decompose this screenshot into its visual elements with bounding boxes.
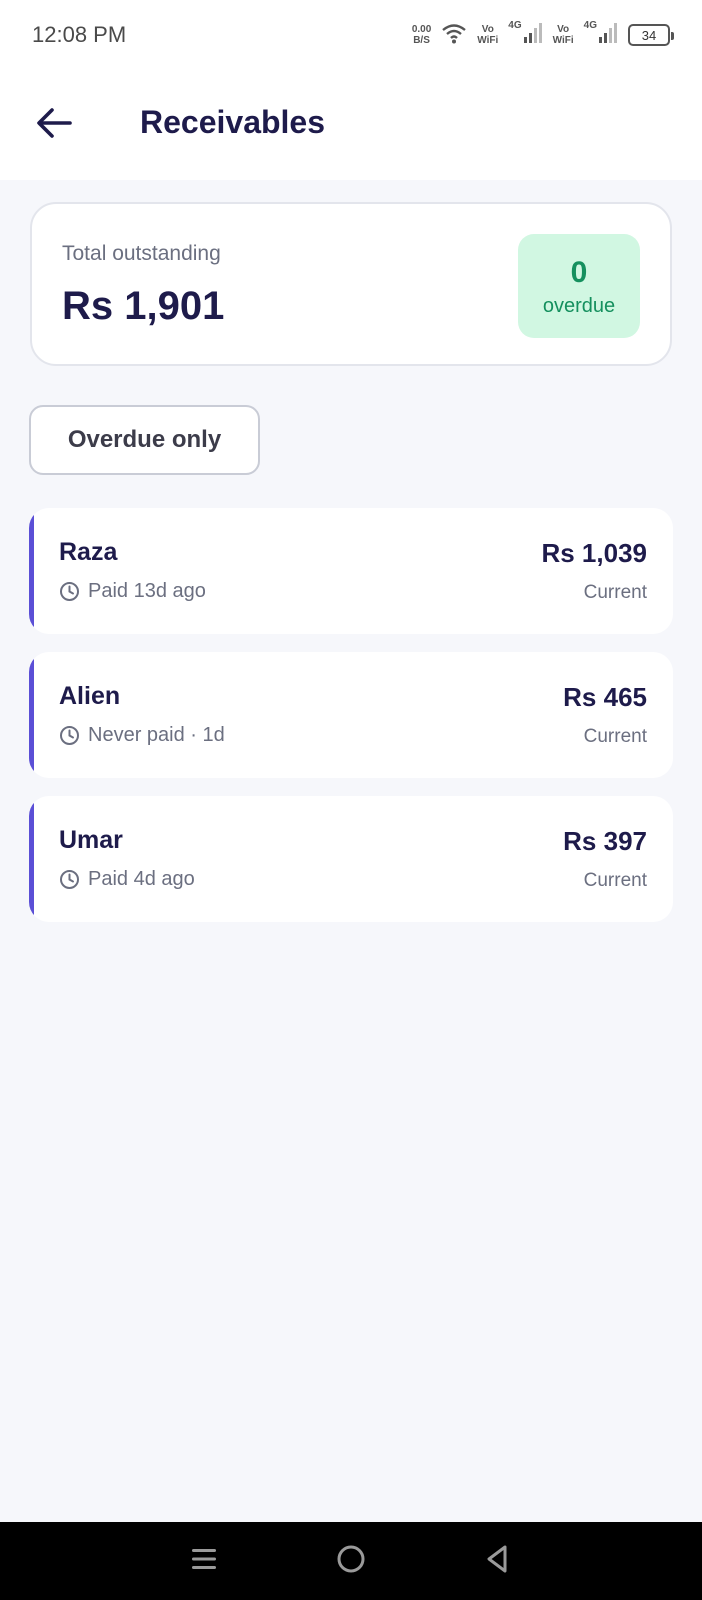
signal-2: 4G (583, 19, 618, 49)
overdue-label: overdue (542, 294, 616, 317)
clock-icon (59, 581, 80, 602)
signal-bars-icon (523, 22, 543, 49)
payment-meta-text: Paid 13d ago (88, 580, 206, 602)
overdue-only-filter[interactable]: Overdue only (29, 405, 260, 475)
vowifi-1-bottom: WiFi (477, 35, 499, 46)
nav-menu-button[interactable] (184, 1541, 224, 1581)
status-bar: 12:08 PM 0.00 B/S Vo WiFi 4G Vo WiFi 4G … (0, 0, 702, 70)
signal-bars-icon (598, 22, 618, 49)
page-title: Receivables (140, 104, 326, 140)
menu-icon (189, 1544, 219, 1579)
total-outstanding-amount: Rs 1,901 (62, 284, 225, 328)
vowifi-indicator-2: Vo WiFi (553, 24, 574, 46)
signal-1-label: 4G (508, 19, 522, 31)
status-icons: 0.00 B/S Vo WiFi 4G Vo WiFi 4G 34 (412, 19, 674, 49)
vowifi-2-bottom: WiFi (552, 35, 574, 46)
app-header: Receivables (0, 70, 702, 180)
customer-name: Raza (59, 538, 118, 566)
battery-level: 34 (641, 27, 657, 43)
clock-icon (59, 725, 80, 746)
payment-meta: Paid 4d ago (59, 868, 195, 891)
payment-meta: Never paid · 1d (59, 724, 225, 747)
home-circle-icon (335, 1543, 367, 1580)
total-outstanding-label: Total outstanding (62, 242, 221, 265)
status-time: 12:08 PM (32, 22, 127, 47)
vowifi-1-top: Vo (481, 24, 494, 35)
overdue-badge: 0 overdue (518, 234, 640, 338)
net-speed-value: 0.00 (411, 24, 432, 35)
customer-name: Umar (59, 826, 123, 854)
summary-card: Total outstanding Rs 1,901 0 overdue (30, 202, 672, 366)
arrow-left-icon (34, 108, 74, 144)
receivable-status: Current (583, 870, 647, 891)
nav-back-button[interactable] (478, 1541, 518, 1581)
receivable-status: Current (583, 582, 647, 603)
signal-1: 4G (508, 19, 543, 49)
vowifi-indicator-1: Vo WiFi (477, 24, 498, 46)
vowifi-2-top: Vo (557, 24, 570, 35)
net-speed-indicator: 0.00 B/S (412, 24, 431, 46)
battery-icon: 34 (628, 24, 674, 46)
wifi-icon (441, 22, 467, 49)
clock-icon (59, 869, 80, 890)
payment-meta-text: Never paid · 1d (88, 724, 225, 746)
back-button[interactable] (34, 106, 74, 140)
receivable-item-alien[interactable]: Alien Never paid · 1d Rs 465 Current (29, 652, 673, 778)
payment-meta-text: Paid 4d ago (88, 868, 195, 890)
receivable-amount: Rs 397 (563, 826, 647, 856)
overdue-count: 0 (570, 255, 588, 289)
net-speed-unit: B/S (413, 35, 430, 46)
payment-meta: Paid 13d ago (59, 580, 206, 603)
system-nav-bar (0, 1522, 702, 1600)
receivable-item-umar[interactable]: Umar Paid 4d ago Rs 397 Current (29, 796, 673, 922)
receivable-status: Current (583, 726, 647, 747)
receivable-amount: Rs 465 (563, 682, 647, 712)
signal-2-label: 4G (583, 19, 597, 31)
receivable-amount: Rs 1,039 (541, 538, 647, 568)
customer-name: Alien (59, 682, 121, 710)
back-triangle-icon (483, 1543, 513, 1580)
receivable-item-raza[interactable]: Raza Paid 13d ago Rs 1,039 Current (29, 508, 673, 634)
nav-home-button[interactable] (331, 1541, 371, 1581)
